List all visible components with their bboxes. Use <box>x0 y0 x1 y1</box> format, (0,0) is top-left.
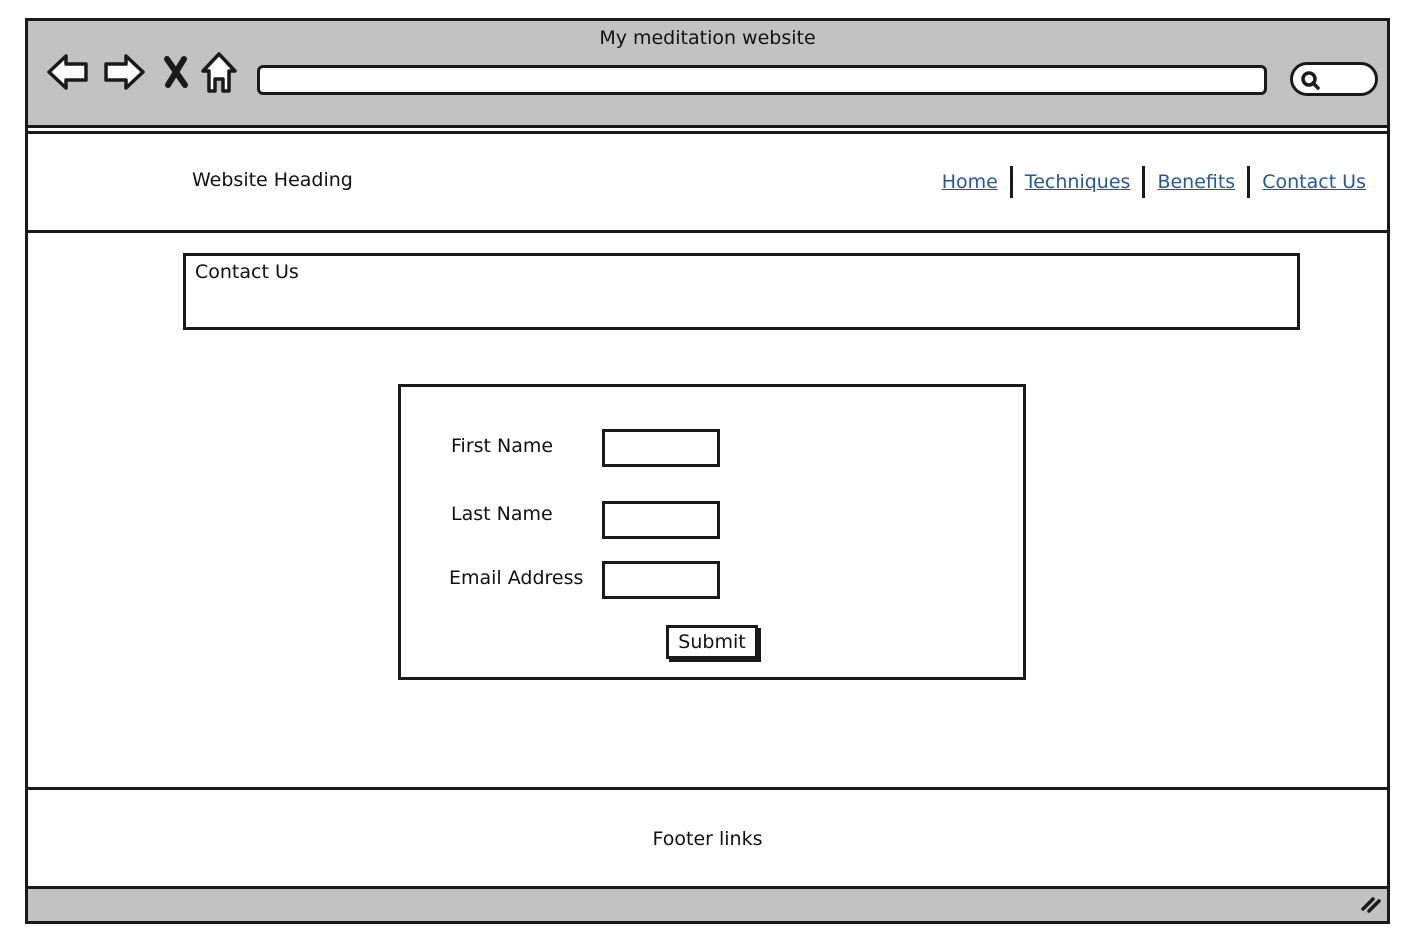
last-name-label: Last Name <box>451 503 553 525</box>
nav-link-contact-us[interactable]: Contact Us <box>1262 171 1366 193</box>
browser-toolbar: My meditation website <box>28 21 1387 128</box>
site-header: Website Heading Home Techniques Benefits… <box>28 131 1387 233</box>
email-label: Email Address <box>449 567 584 589</box>
browser-window: My meditation website Website Heading Ho… <box>25 18 1390 924</box>
nav-link-home[interactable]: Home <box>942 171 998 193</box>
main-nav: Home Techniques Benefits Contact Us <box>942 166 1366 198</box>
resize-grip-icon[interactable] <box>1359 892 1383 918</box>
search-box[interactable] <box>1290 62 1378 96</box>
close-icon[interactable] <box>162 55 190 93</box>
back-arrow-icon[interactable] <box>46 51 90 97</box>
page-title-box: Contact Us <box>183 253 1300 330</box>
nav-separator <box>1009 166 1013 198</box>
nav-link-benefits[interactable]: Benefits <box>1157 171 1235 193</box>
page-title: Contact Us <box>195 261 299 283</box>
footer-links[interactable]: Footer links <box>28 828 1387 850</box>
status-bar <box>28 889 1387 921</box>
last-name-input[interactable] <box>602 501 720 539</box>
site-footer: Footer links <box>28 787 1387 889</box>
nav-separator <box>1142 166 1146 198</box>
submit-button[interactable]: Submit <box>666 625 758 659</box>
nav-separator <box>1247 166 1251 198</box>
website-heading: Website Heading <box>192 169 353 191</box>
contact-form: First Name Last Name Email Address Submi… <box>398 384 1026 680</box>
first-name-input[interactable] <box>602 429 720 467</box>
first-name-label: First Name <box>451 435 554 457</box>
window-title: My meditation website <box>599 27 816 49</box>
url-bar[interactable] <box>257 65 1267 95</box>
forward-arrow-icon[interactable] <box>102 51 146 97</box>
email-input[interactable] <box>602 561 720 599</box>
search-icon <box>1301 71 1320 90</box>
nav-link-techniques[interactable]: Techniques <box>1025 171 1131 193</box>
home-icon[interactable] <box>200 51 238 99</box>
